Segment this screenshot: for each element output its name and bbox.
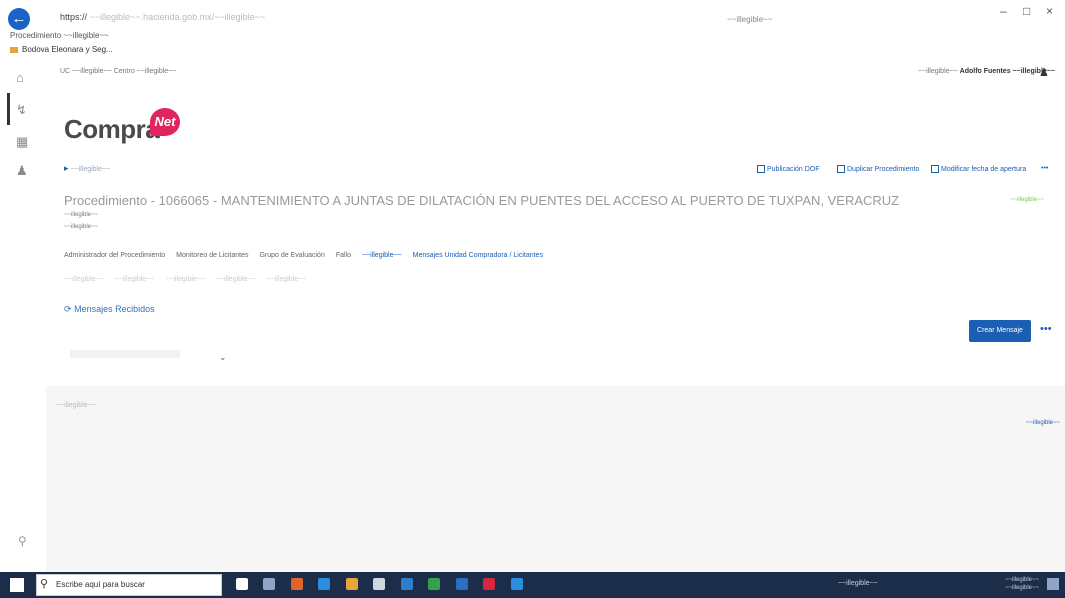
status-badge: ~~illegible~~: [1010, 197, 1045, 203]
folder-icon[interactable]: [345, 577, 358, 590]
chevron-down-icon[interactable]: ⌄: [219, 352, 227, 363]
copy-icon: [837, 165, 845, 173]
bookmark-item[interactable]: Bodova Eleonara y Seg...: [10, 45, 113, 54]
procedure-title: Procedimiento - 1066065 - MANTENIMIENTO …: [64, 193, 900, 208]
tab-title[interactable]: Procedimiento ~~illegible~~: [10, 31, 109, 40]
browser-search[interactable]: ~~illegible~~: [727, 15, 772, 24]
publish-dof-label: Publicación DOF: [767, 165, 820, 173]
address-path: /~~illegible~~: [211, 12, 266, 22]
tab-ruling[interactable]: Fallo: [336, 252, 351, 259]
procedures-icon[interactable]: ↯: [16, 102, 27, 118]
tab-unknown[interactable]: ~~illegible~~: [362, 252, 402, 259]
app-icon[interactable]: [263, 577, 276, 590]
compranet-logo: Compra: [64, 114, 160, 144]
notification-icon[interactable]: [1047, 578, 1059, 590]
create-message-button[interactable]: Crear Mensaje: [969, 320, 1031, 342]
tab-messages[interactable]: Mensajes Unidad Compradora / Licitantes: [413, 252, 543, 259]
maximize-icon[interactable]: □: [1023, 4, 1030, 18]
app-icon[interactable]: [373, 577, 386, 590]
user-label: ~~illegible~~: [918, 68, 958, 75]
system-tray[interactable]: ~~illegible~~: [838, 580, 878, 587]
edge-icon[interactable]: [510, 577, 523, 590]
more-actions-button[interactable]: •••: [1041, 165, 1048, 172]
procedure-subtabs: ~~illegible~~ ~~illegible~~ ~~illegible~…: [64, 276, 315, 283]
app-icon[interactable]: [290, 577, 303, 590]
address-bar[interactable]: https:// ~~illegible~~.hacienda.gob.mx/~…: [60, 12, 265, 22]
back-link[interactable]: ▸ ~~illegible~~: [64, 163, 110, 174]
subtab-1[interactable]: ~~illegible~~: [64, 276, 104, 283]
list-footer-link[interactable]: ~~illegible~~: [1026, 420, 1060, 426]
screen: ← https:// ~~illegible~~.hacienda.gob.mx…: [0, 0, 1065, 598]
minimize-icon[interactable]: –: [1000, 4, 1007, 18]
subtab-4[interactable]: ~~illegible~~: [216, 276, 256, 283]
subtab-2[interactable]: ~~illegible~~: [115, 276, 155, 283]
messages-more-button[interactable]: •••: [1040, 323, 1052, 335]
duplicate-procedure-button[interactable]: Duplicar Procedimiento: [837, 165, 919, 173]
message-filter[interactable]: [70, 350, 180, 358]
modify-opening-date-label: Modificar fecha de apertura: [941, 165, 1027, 173]
procedure-meta-line-2: ~~illegible~~: [64, 224, 99, 230]
duplicate-procedure-label: Duplicar Procedimiento: [847, 165, 920, 173]
grid-icon[interactable]: ▦: [16, 134, 28, 150]
document-icon: [757, 165, 765, 173]
back-link-label: ~~illegible~~: [70, 166, 111, 173]
taskbar-apps: [236, 575, 534, 593]
tab-administrator[interactable]: Administrador del Procedimiento: [64, 252, 165, 259]
edit-icon: [931, 165, 939, 173]
word-icon[interactable]: [455, 577, 468, 590]
subtab-5[interactable]: ~~illegible~~: [267, 276, 307, 283]
sidebar-active-indicator: [7, 93, 10, 125]
users-icon[interactable]: ♟: [16, 163, 28, 179]
messages-header-label: Mensajes Recibidos: [74, 304, 155, 314]
bookmark-icon: [10, 46, 18, 53]
acrobat-icon[interactable]: [483, 577, 496, 590]
clock-time: ~~illegible~~: [1005, 577, 1040, 583]
procedure-meta-line-1: ~~illegible~~: [64, 212, 99, 218]
outlook-icon[interactable]: [400, 577, 413, 590]
tab-bidder-monitoring[interactable]: Monitoreo de Licitantes: [176, 252, 248, 259]
search-icon: ⚲: [40, 578, 49, 590]
sidebar-search-icon[interactable]: ⚲: [18, 534, 27, 548]
clock-date: ~~illegible~~: [1005, 585, 1040, 591]
bookmark-label: Bodova Eleonara y Seg...: [22, 45, 113, 54]
tab-evaluation-group[interactable]: Grupo de Evaluación: [259, 252, 324, 259]
procedure-tabs: Administrador del Procedimiento Monitore…: [64, 252, 552, 259]
message-list-area: [46, 386, 1065, 572]
refresh-icon: ⟳: [64, 304, 72, 314]
close-icon[interactable]: ×: [1046, 4, 1053, 18]
taskbar-search-placeholder: Escribe aquí para buscar: [56, 580, 145, 589]
browser-chrome: [0, 0, 1065, 60]
task-view-icon[interactable]: [236, 577, 248, 590]
home-icon[interactable]: ⌂: [16, 70, 24, 85]
address-host: ~~illegible~~.hacienda.gob.mx: [89, 12, 212, 22]
app-icon[interactable]: [318, 577, 331, 590]
publish-dof-button[interactable]: Publicación DOF: [757, 165, 820, 173]
list-footer-left: ~~illegible~~: [56, 402, 96, 409]
windows-start-icon[interactable]: [10, 578, 24, 592]
subtab-3[interactable]: ~~illegible~~: [165, 276, 205, 283]
messages-header: ⟳ Mensajes Recibidos: [64, 304, 155, 315]
address-prefix: https://: [60, 12, 88, 22]
taskbar-clock[interactable]: ~~illegible~~ ~~illegible~~: [1005, 576, 1039, 592]
user-info: ~~illegible~~ Adolfo Fuentes ~~illegible…: [918, 68, 1055, 75]
breadcrumb: UC ~~illegible~~ Centro ~~illegible~~: [60, 68, 177, 75]
compranet-logo-badge: Net: [150, 108, 180, 136]
arrow-left-icon: ▸: [64, 163, 69, 173]
browser-icon[interactable]: [428, 577, 441, 590]
user-icon[interactable]: ♟: [1039, 66, 1049, 79]
modify-opening-date-button[interactable]: Modificar fecha de apertura: [931, 165, 1026, 173]
browser-back-button[interactable]: ←: [8, 8, 30, 30]
